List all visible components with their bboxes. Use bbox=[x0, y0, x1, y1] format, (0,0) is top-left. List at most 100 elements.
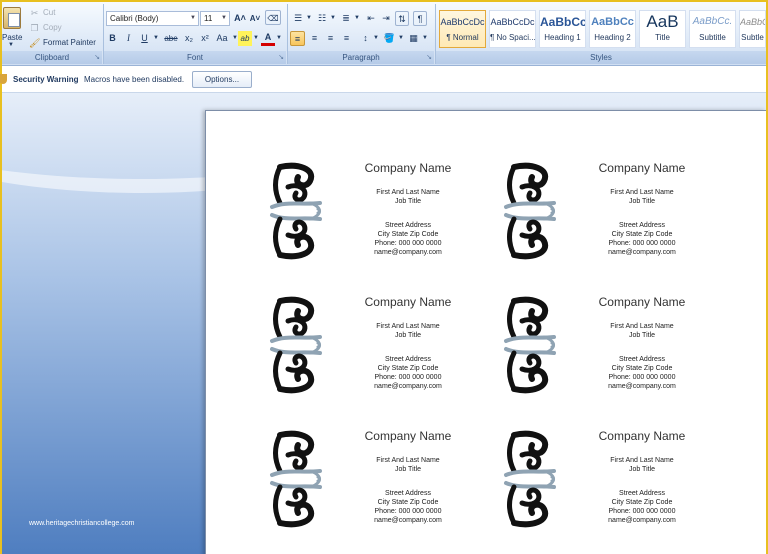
business-card[interactable]: Company Name First And Last Name Job Title… bbox=[500, 429, 730, 547]
city-state-zip-text: City State Zip Code bbox=[611, 499, 673, 506]
clipboard-group-text: Clipboard bbox=[34, 53, 70, 62]
business-card[interactable]: Company Name First And Last Name Job Title… bbox=[266, 161, 496, 279]
watermark-text: www.heritagechristiancollege.com bbox=[29, 520, 135, 527]
phone-text: Phone: 000 000 0000 bbox=[608, 374, 676, 381]
cut-button[interactable]: ✂ Cut bbox=[29, 6, 56, 20]
ribbon: Paste ▼ ✂ Cut ❐ Copy 🖌 Format Painter Cl… bbox=[2, 2, 766, 66]
font-name-combo[interactable]: Calibri (Body) ▼ bbox=[106, 11, 199, 26]
chevron-down-icon[interactable]: ▼ bbox=[275, 31, 283, 46]
paste-button[interactable]: Paste ▼ bbox=[2, 4, 24, 50]
email-text: name@company.com bbox=[374, 383, 442, 390]
bold-button[interactable]: B bbox=[106, 31, 119, 46]
style-preview: AaB bbox=[646, 12, 679, 31]
street-address-text: Street Address bbox=[619, 356, 665, 363]
eraser-icon: ⌫ bbox=[267, 14, 279, 23]
decrease-indent-icon[interactable]: ⇤ bbox=[364, 11, 378, 26]
company-name-text: Company Name bbox=[598, 161, 686, 175]
ornament bbox=[500, 295, 558, 395]
options-button[interactable]: Options... bbox=[192, 71, 252, 88]
font-name-value: Calibri (Body) bbox=[110, 14, 159, 23]
business-card[interactable]: Company Name First And Last Name Job Title… bbox=[266, 429, 496, 547]
street-address-text: Street Address bbox=[619, 490, 665, 497]
strikethrough-button[interactable]: abe bbox=[162, 31, 180, 46]
shading-icon[interactable]: 🪣 bbox=[382, 31, 397, 46]
style-title[interactable]: AaB Title bbox=[639, 10, 686, 48]
copy-button[interactable]: ❐ Copy bbox=[29, 21, 61, 35]
borders-icon[interactable]: ▦ bbox=[406, 31, 421, 46]
business-card[interactable]: Company Name First And Last Name Job Title… bbox=[500, 295, 730, 413]
change-case-button[interactable]: Aa bbox=[214, 31, 230, 46]
clipboard-group-label: Clipboard ↘ bbox=[2, 51, 102, 64]
ornament-icon bbox=[504, 162, 556, 260]
style-heading-2[interactable]: AaBbCc Heading 2 bbox=[589, 10, 636, 48]
format-painter-button[interactable]: 🖌 Format Painter bbox=[29, 36, 96, 50]
business-card[interactable]: Company Name First And Last Name Job Title… bbox=[500, 161, 730, 279]
sort-icon[interactable]: ⇅ bbox=[395, 11, 409, 26]
chevron-down-icon[interactable]: ▼ bbox=[8, 42, 14, 48]
format-painter-label: Format Painter bbox=[43, 38, 96, 47]
align-center-icon[interactable]: ≡ bbox=[307, 31, 322, 46]
style-subtitle[interactable]: AaBbCc. Subtitle bbox=[689, 10, 736, 48]
dialog-launcher-icon[interactable]: ↘ bbox=[278, 51, 284, 64]
superscript-button[interactable]: x² bbox=[198, 31, 212, 46]
email-text: name@company.com bbox=[374, 517, 442, 524]
underline-button[interactable]: U bbox=[138, 31, 151, 46]
business-card[interactable]: Company Name First And Last Name Job Title… bbox=[266, 295, 496, 413]
clear-formatting-button[interactable]: ⌫ bbox=[265, 10, 281, 25]
line-spacing-icon[interactable]: ↕ bbox=[358, 31, 373, 46]
job-title-text: Job Title bbox=[628, 332, 656, 339]
chevron-down-icon[interactable]: ▼ bbox=[329, 11, 337, 26]
paragraph-group-label: Paragraph ↘ bbox=[288, 51, 434, 64]
security-warning-bar: Security Warning Macros have been disabl… bbox=[0, 66, 766, 93]
multilevel-list-icon[interactable]: ≣ bbox=[339, 11, 353, 26]
increase-indent-icon[interactable]: ⇥ bbox=[379, 11, 393, 26]
ornament-icon bbox=[270, 162, 322, 260]
font-group-text: Font bbox=[186, 53, 203, 62]
chevron-down-icon[interactable]: ▼ bbox=[353, 11, 361, 26]
dialog-launcher-icon[interactable]: ↘ bbox=[426, 51, 432, 64]
style-name: ¶ No Spaci... bbox=[490, 33, 536, 42]
style-heading-1[interactable]: AaBbCc Heading 1 bbox=[539, 10, 586, 48]
align-right-icon[interactable]: ≡ bbox=[323, 31, 338, 46]
style-no-spacing[interactable]: AaBbCcDc ¶ No Spaci... bbox=[489, 10, 536, 48]
company-name-text: Company Name bbox=[364, 161, 452, 175]
pilcrow-icon[interactable]: ¶ bbox=[413, 11, 427, 26]
chevron-down-icon[interactable]: ▼ bbox=[221, 12, 227, 25]
job-title-text: Job Title bbox=[394, 332, 422, 339]
chevron-down-icon[interactable]: ▼ bbox=[421, 31, 429, 46]
document-page[interactable]: Company Name First And Last Name Job Title… bbox=[205, 110, 766, 554]
company-name-text: Company Name bbox=[364, 429, 452, 443]
chevron-down-icon[interactable]: ▼ bbox=[372, 31, 380, 46]
chevron-down-icon[interactable]: ▼ bbox=[152, 31, 160, 46]
chevron-down-icon[interactable]: ▼ bbox=[305, 11, 313, 26]
dialog-launcher-icon[interactable]: ↘ bbox=[94, 51, 100, 64]
bullets-icon[interactable]: ☰ bbox=[291, 11, 305, 26]
font-color-button[interactable]: A bbox=[261, 31, 275, 46]
ornament-icon bbox=[270, 296, 322, 394]
numbering-icon[interactable]: ☷ bbox=[315, 11, 329, 26]
company-name-text: Company Name bbox=[598, 295, 686, 309]
chevron-down-icon[interactable]: ▼ bbox=[190, 12, 196, 25]
ornament-icon bbox=[270, 430, 322, 528]
style-subtle[interactable]: AaBbC Subtle bbox=[739, 10, 766, 48]
style-name: Heading 2 bbox=[594, 33, 631, 42]
justify-icon[interactable]: ≡ bbox=[339, 31, 354, 46]
phone-text: Phone: 000 000 0000 bbox=[608, 240, 676, 247]
style-preview: AaBbCcDc bbox=[490, 17, 535, 27]
city-state-zip-text: City State Zip Code bbox=[377, 499, 439, 506]
style-normal[interactable]: AaBbCcDc ¶ Normal bbox=[439, 10, 486, 48]
job-title-text: Job Title bbox=[394, 198, 422, 205]
grow-font-button[interactable]: A˄ bbox=[233, 11, 247, 26]
copy-icon: ❐ bbox=[30, 22, 39, 33]
style-name: Subtle bbox=[741, 33, 764, 42]
chevron-down-icon[interactable]: ▼ bbox=[252, 31, 260, 46]
align-left-icon[interactable]: ≡ bbox=[290, 31, 305, 46]
font-size-combo[interactable]: 11 ▼ bbox=[200, 11, 230, 26]
subscript-button[interactable]: x₂ bbox=[182, 31, 196, 46]
job-title-text: Job Title bbox=[394, 466, 422, 473]
text-highlight-button[interactable]: ab bbox=[238, 31, 252, 46]
chevron-down-icon[interactable]: ▼ bbox=[397, 31, 405, 46]
shrink-font-button[interactable]: A˅ bbox=[248, 11, 262, 26]
ornament-icon bbox=[504, 430, 556, 528]
italic-button[interactable]: I bbox=[122, 31, 135, 46]
